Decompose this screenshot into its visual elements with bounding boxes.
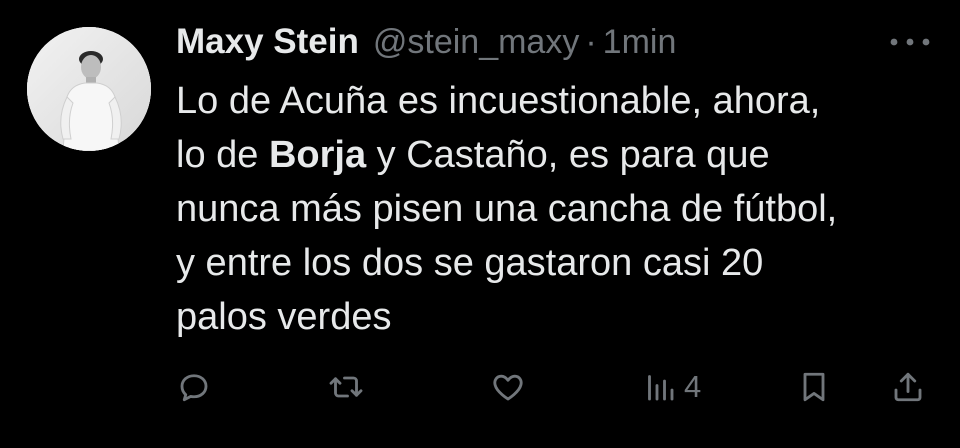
reply-icon (180, 374, 208, 402)
reply-button[interactable] (176, 360, 212, 414)
retweet-icon (329, 376, 363, 398)
tweet-text-bold: Borja (268, 134, 367, 176)
retweet-button[interactable] (328, 360, 364, 414)
more-horizontal-icon (890, 38, 930, 46)
bookmark-icon (803, 372, 825, 402)
tweet-text: Lo de Acuña es incuestionable, ahora, lo… (176, 74, 946, 344)
bookmark-button[interactable] (796, 360, 832, 414)
tweet-text-line: palos verdes (176, 296, 392, 338)
avatar[interactable] (27, 27, 151, 151)
views-count: 4 (684, 369, 702, 404)
tweet-text-line: y entre los dos se gastaron casi 20 (176, 242, 764, 284)
tweet-actions: 4 (176, 360, 936, 414)
timestamp[interactable]: 1min (603, 23, 677, 62)
tweet-text-line: nunca más pisen una cancha de fútbol, (176, 188, 838, 230)
views-icon (648, 375, 674, 401)
share-icon (894, 372, 922, 402)
tweet-text-segment: lo de (176, 134, 269, 176)
more-options-button[interactable] (888, 30, 932, 54)
like-button[interactable] (490, 360, 526, 414)
tweet-text-segment: y Castaño, es para que (366, 134, 770, 176)
separator-dot: · (585, 23, 597, 61)
author-name[interactable]: Maxy Stein (176, 22, 359, 62)
share-button[interactable] (890, 360, 926, 414)
tweet-header: Maxy Stein @stein_maxy · 1min (176, 22, 676, 66)
author-handle[interactable]: @stein_maxy (373, 23, 579, 62)
tweet-text-line: Lo de Acuña es incuestionable, ahora, (176, 80, 821, 122)
views-button[interactable]: 4 (642, 360, 701, 414)
tweet-text-line: lo de Borja y Castaño, es para que (176, 128, 946, 182)
heart-icon (493, 374, 523, 401)
